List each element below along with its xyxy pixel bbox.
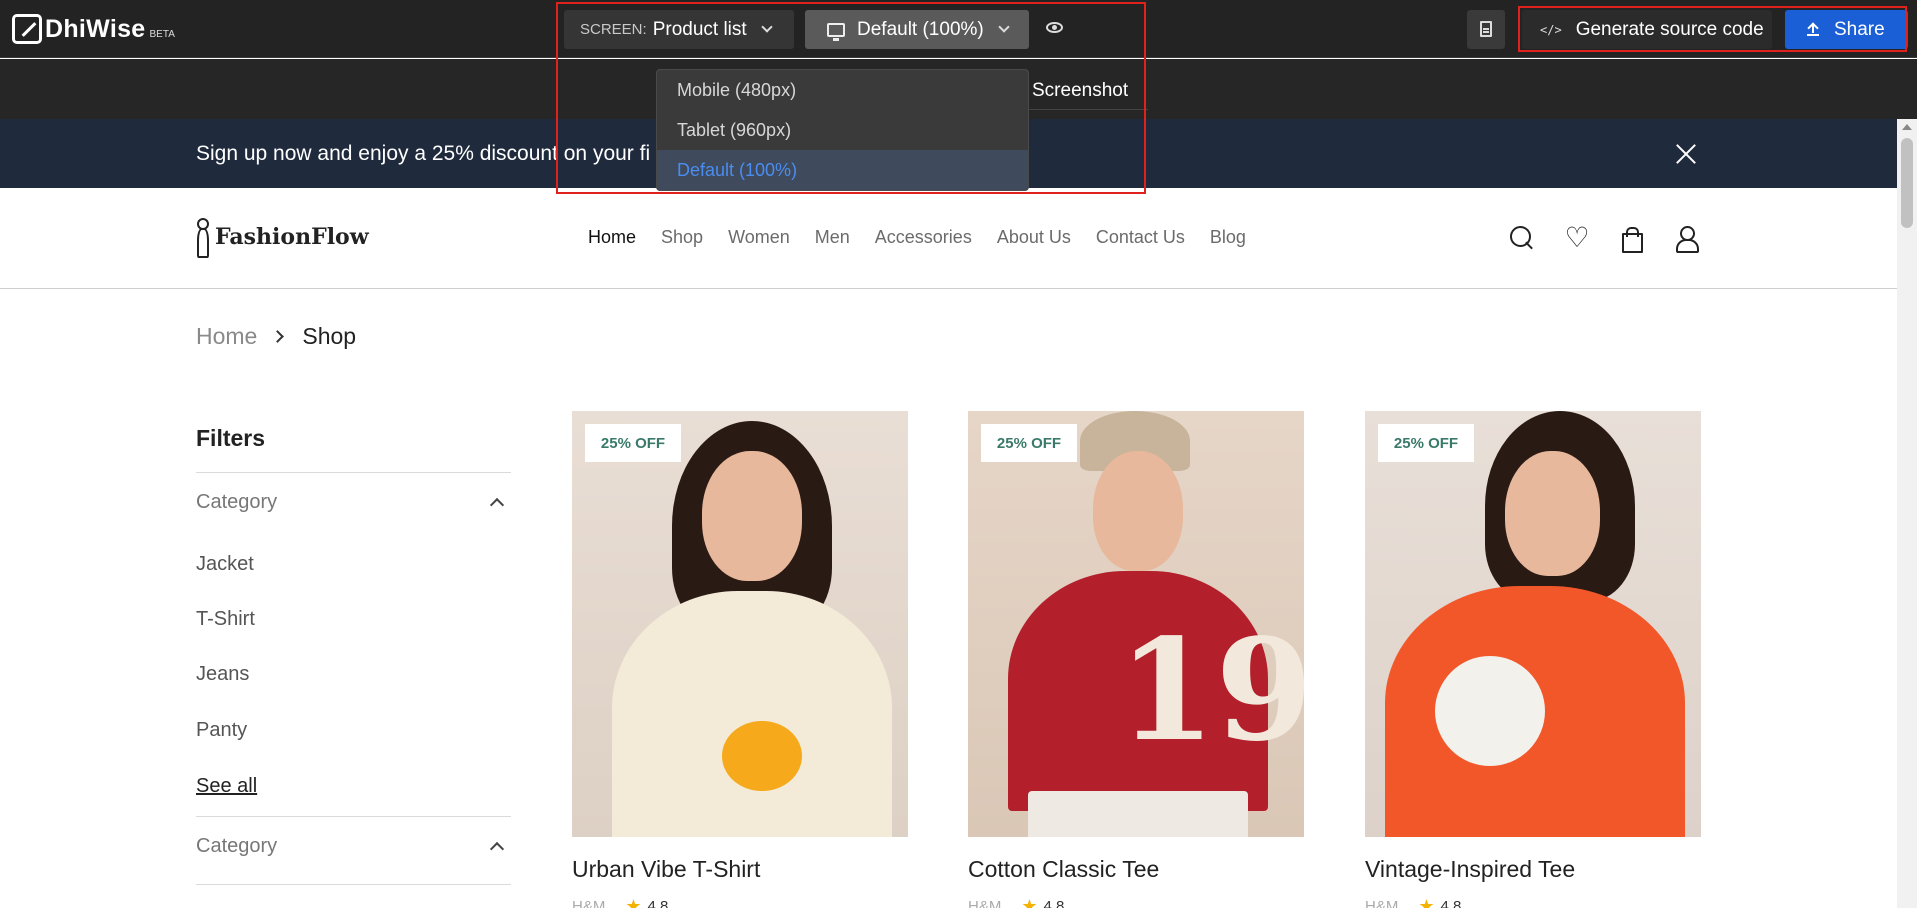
product-rating: 4.8 bbox=[647, 898, 669, 908]
promo-text: Sign up now and enjoy a 25% discount on … bbox=[196, 142, 651, 165]
see-all-link[interactable]: See all bbox=[196, 775, 257, 798]
divider bbox=[196, 884, 511, 885]
filter-item-panty[interactable]: Panty bbox=[196, 719, 247, 742]
category-heading[interactable]: Category bbox=[196, 491, 277, 514]
brand-logo[interactable]: FashionFlow bbox=[195, 218, 369, 258]
scrollbar-thumb[interactable] bbox=[1901, 138, 1913, 228]
share-label: Share bbox=[1834, 18, 1885, 40]
document-button[interactable] bbox=[1467, 10, 1505, 49]
code-icon: </> bbox=[1540, 22, 1562, 37]
product-title[interactable]: Cotton Classic Tee bbox=[968, 856, 1159, 883]
filter-item-jeans[interactable]: Jeans bbox=[196, 663, 249, 686]
product-meta: H&M ★ 4.8 bbox=[572, 896, 668, 908]
product-title[interactable]: Vintage-Inspired Tee bbox=[1365, 856, 1575, 883]
upload-icon bbox=[1807, 23, 1819, 36]
device-value: Default (100%) bbox=[857, 18, 984, 40]
star-icon: ★ bbox=[1021, 896, 1038, 908]
product-meta: H&M ★ 4.8 bbox=[968, 896, 1064, 908]
filter-item-t-shirt[interactable]: T-Shirt bbox=[196, 608, 255, 631]
discount-badge: 25% OFF bbox=[585, 424, 681, 462]
device-option-mobile[interactable]: Mobile (480px) bbox=[657, 70, 1028, 110]
document-icon bbox=[1480, 21, 1492, 37]
product-brand: H&M bbox=[572, 898, 606, 908]
screen-label: SCREEN: bbox=[580, 21, 647, 38]
scrollbar-track[interactable] bbox=[1897, 119, 1917, 908]
main-nav: Home Shop Women Men Accessories About Us… bbox=[588, 227, 1271, 248]
logo-text: DhiWise bbox=[45, 14, 146, 43]
breadcrumb-home[interactable]: Home bbox=[196, 323, 257, 350]
screen-value: Product list bbox=[652, 18, 747, 40]
product-meta: H&M ★ 4.8 bbox=[1365, 896, 1461, 908]
dhiwise-logo[interactable]: DhiWise BETA bbox=[12, 14, 175, 44]
nav-item-contact-us[interactable]: Contact Us bbox=[1096, 227, 1185, 248]
share-button[interactable]: Share bbox=[1785, 10, 1908, 49]
dhiwise-logo-icon bbox=[12, 14, 42, 44]
device-option-tablet[interactable]: Tablet (960px) bbox=[657, 110, 1028, 150]
nav-item-shop[interactable]: Shop bbox=[661, 227, 703, 248]
nav-item-accessories[interactable]: Accessories bbox=[875, 227, 972, 248]
star-icon: ★ bbox=[1418, 896, 1435, 908]
brand-name: FashionFlow bbox=[215, 224, 369, 250]
screenshot-button[interactable]: Screenshot bbox=[1032, 80, 1128, 102]
beta-label: BETA bbox=[149, 28, 175, 40]
generate-label: Generate source code bbox=[1575, 18, 1764, 40]
scroll-up-arrow-icon[interactable] bbox=[1902, 124, 1912, 130]
chevron-up-icon[interactable] bbox=[489, 497, 505, 513]
nav-item-home[interactable]: Home bbox=[588, 227, 636, 248]
breadcrumb-current: Shop bbox=[302, 323, 357, 349]
product-image[interactable]: 19 25% OFF bbox=[968, 411, 1304, 837]
product-image[interactable]: 25% OFF bbox=[572, 411, 908, 837]
product-rating: 4.8 bbox=[1440, 898, 1462, 908]
nav-item-men[interactable]: Men bbox=[815, 227, 850, 248]
chevron-right-icon bbox=[271, 330, 285, 343]
heart-icon[interactable]: ♡ bbox=[1563, 224, 1591, 252]
device-selector[interactable]: Default (100%) bbox=[805, 10, 1029, 49]
screen-selector[interactable]: SCREEN: Product list bbox=[564, 10, 794, 49]
product-brand: H&M bbox=[968, 898, 1002, 908]
shopping-bag-icon[interactable] bbox=[1617, 224, 1645, 253]
product-image[interactable]: 25% OFF bbox=[1365, 411, 1701, 837]
chevron-up-icon[interactable] bbox=[489, 841, 505, 857]
user-icon[interactable] bbox=[1672, 224, 1700, 253]
discount-badge: 25% OFF bbox=[981, 424, 1077, 462]
nav-item-women[interactable]: Women bbox=[728, 227, 790, 248]
device-option-default[interactable]: Default (100%) bbox=[657, 150, 1028, 190]
mannequin-icon bbox=[195, 218, 209, 258]
divider bbox=[1028, 109, 1148, 110]
product-title[interactable]: Urban Vibe T-Shirt bbox=[572, 856, 760, 883]
category-heading-2[interactable]: Category bbox=[196, 835, 277, 858]
discount-badge: 25% OFF bbox=[1378, 424, 1474, 462]
preview-eye-icon[interactable] bbox=[1046, 22, 1063, 33]
chevron-down-icon bbox=[998, 21, 1010, 33]
monitor-icon bbox=[827, 22, 845, 41]
filters-title: Filters bbox=[196, 425, 266, 451]
nav-item-about-us[interactable]: About Us bbox=[997, 227, 1071, 248]
close-icon[interactable] bbox=[1674, 142, 1698, 166]
search-icon[interactable] bbox=[1508, 224, 1536, 252]
generate-source-code-button[interactable]: </> Generate source code bbox=[1522, 10, 1772, 49]
filter-item-jacket[interactable]: Jacket bbox=[196, 553, 254, 576]
breadcrumb: Home Shop bbox=[196, 323, 356, 350]
nav-item-blog[interactable]: Blog bbox=[1210, 227, 1246, 248]
product-rating: 4.8 bbox=[1043, 898, 1065, 908]
device-dropdown-menu: Mobile (480px) Tablet (960px) Default (1… bbox=[656, 69, 1029, 191]
star-icon: ★ bbox=[625, 896, 642, 908]
divider bbox=[196, 472, 511, 473]
divider bbox=[196, 816, 511, 817]
product-brand: H&M bbox=[1365, 898, 1399, 908]
app-window: DhiWise BETA SCREEN: Product list Defaul… bbox=[0, 0, 1917, 908]
chevron-down-icon bbox=[761, 21, 773, 33]
